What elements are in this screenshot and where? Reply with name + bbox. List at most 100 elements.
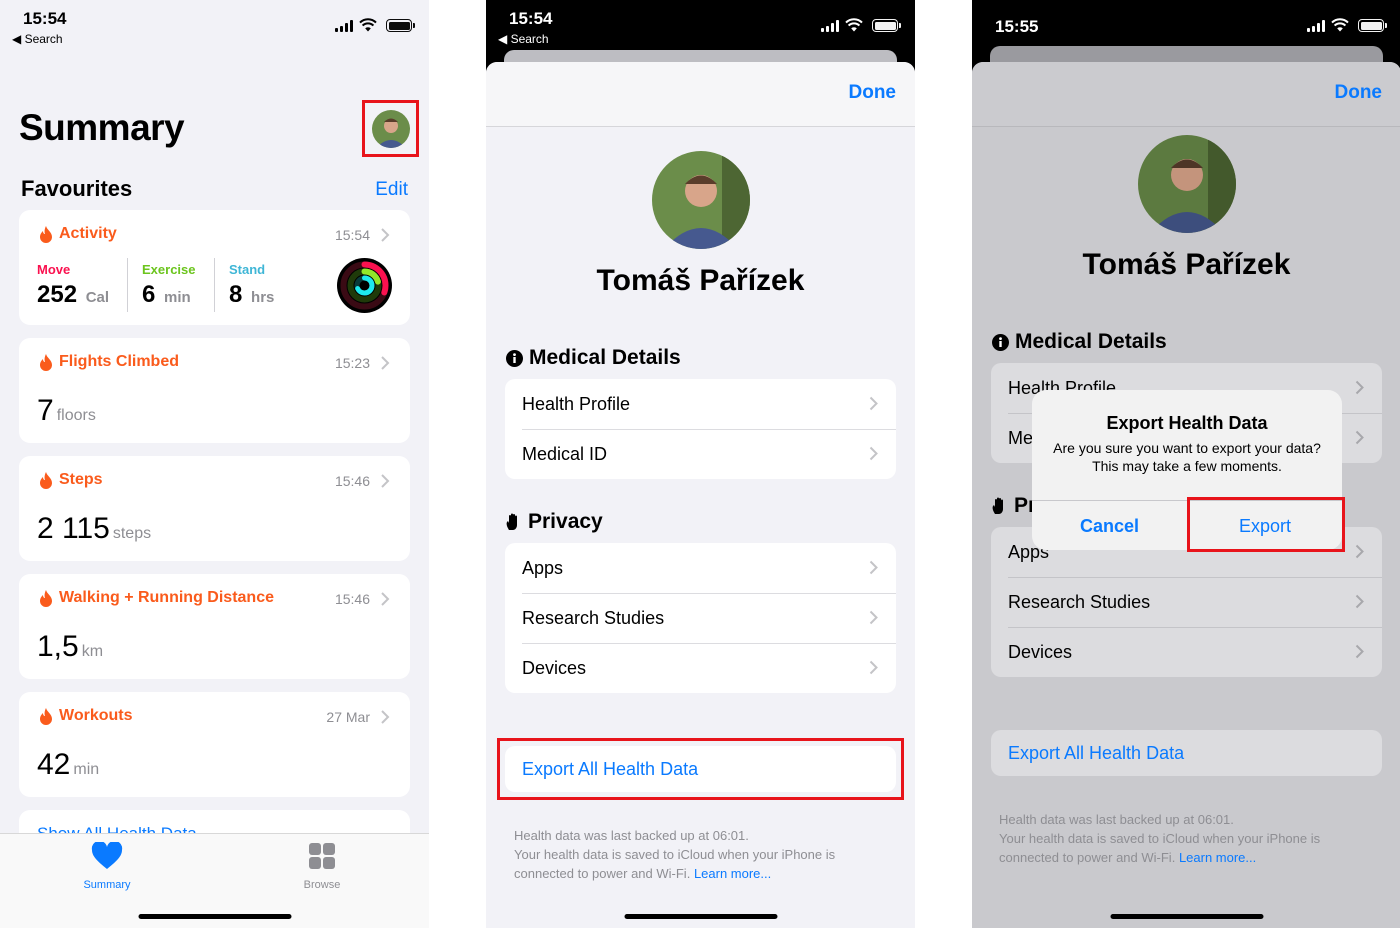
apps-row[interactable]: Apps [505, 543, 896, 593]
status-time: 15:54 [23, 9, 67, 28]
card-title: Workouts [59, 707, 133, 724]
profile-screen: 15:54 ◀ Search Done Tomáš Pařízek Medica… [486, 0, 915, 928]
profile-name: Tomáš Pařízek [1082, 248, 1291, 281]
chevron-right-icon [381, 228, 390, 242]
devices-row[interactable]: Devices [505, 643, 896, 693]
card-unit: floors [56, 407, 96, 424]
alert-title: Export Health Data [1106, 413, 1268, 433]
done-button[interactable]: Done [849, 82, 897, 104]
wifi-icon [1331, 18, 1349, 32]
battery-icon [872, 19, 901, 32]
medical-id-row[interactable]: Medical ID [505, 429, 896, 479]
workouts-card[interactable]: Workouts 27 Mar 42 min [19, 692, 410, 797]
activity-card[interactable]: Activity 15:54 Move 252 Cal Exercise 6 m… [19, 210, 410, 325]
status-time: 15:55 [995, 17, 1039, 36]
medical-details-heading: Medical Details [529, 346, 681, 369]
row-label: Devices [522, 658, 587, 678]
card-time: 15:23 [334, 355, 370, 371]
row-label: Medical ID [522, 444, 608, 464]
sheet-navbar: Done [486, 62, 915, 127]
tab-browse[interactable]: Browse [277, 842, 367, 891]
devices-row[interactable]: Devices [991, 627, 1382, 677]
chevron-right-icon [381, 356, 390, 370]
divider [127, 258, 128, 312]
move-label: Move [37, 262, 71, 277]
row-label: Health Profile [522, 394, 631, 414]
health-profile-row[interactable]: Health Profile [505, 379, 896, 429]
cancel-button[interactable]: Cancel [1032, 501, 1187, 550]
chevron-right-icon [381, 474, 390, 488]
export-button[interactable]: Export [1187, 501, 1342, 550]
chevron-right-icon [869, 660, 878, 675]
research-studies-row[interactable]: Research Studies [991, 577, 1382, 627]
profile-avatar[interactable] [372, 110, 410, 148]
learn-more-link[interactable]: Learn more... [694, 866, 771, 881]
stand-unit: hrs [251, 289, 275, 306]
research-studies-row[interactable]: Research Studies [505, 593, 896, 643]
medical-group: Health Profile Medical ID [505, 379, 896, 479]
row-label: Research Studies [522, 608, 665, 628]
export-all-health-data-button[interactable]: Export All Health Data [991, 730, 1382, 776]
backup-footnote: Health data was last backed up at 06:01.… [514, 826, 885, 883]
flights-card[interactable]: Flights Climbed 15:23 7 floors [19, 338, 410, 443]
footnote-line: Your health data is saved to iCloud when… [999, 831, 1321, 865]
card-unit: km [81, 643, 104, 660]
chevron-right-icon [1355, 380, 1364, 395]
profile-photo [652, 151, 750, 249]
card-time: 15:46 [334, 591, 370, 607]
sheet-navbar: Done [972, 62, 1400, 127]
grid-icon [309, 843, 335, 869]
card-value: 42 [37, 748, 71, 781]
signal-icon [1307, 20, 1327, 32]
privacy-heading: Privacy [528, 510, 603, 533]
export-confirm-screen: 15:55 Done Tomáš Pařízek Medical Details… [972, 0, 1400, 928]
card-unit: steps [112, 525, 152, 542]
stand-value: 8 [229, 281, 243, 308]
row-label: Apps [522, 558, 564, 578]
chevron-right-icon [869, 560, 878, 575]
tab-summary-label: Summary [83, 879, 131, 891]
home-indicator [1110, 914, 1263, 919]
wifi-icon [845, 18, 863, 32]
edit-favourites-button[interactable]: Edit [375, 179, 408, 201]
divider [214, 258, 215, 312]
back-to-search-link[interactable]: ◀ Search [12, 32, 63, 46]
card-title: Flights Climbed [59, 353, 179, 370]
signal-icon [821, 20, 841, 32]
done-button[interactable]: Done [1335, 82, 1383, 104]
row-label: Research Studies [1008, 592, 1151, 612]
info-icon [992, 333, 1009, 351]
summary-screen: 15:54 ◀ Search Summary Favourites Edit A… [0, 0, 429, 928]
row-label: Me [1008, 428, 1034, 448]
learn-more-link[interactable]: Learn more... [1179, 850, 1256, 865]
wifi-icon [359, 18, 377, 32]
flame-icon [40, 471, 52, 489]
tab-summary[interactable]: Summary [62, 840, 152, 891]
move-unit: Cal [85, 289, 110, 306]
card-value: 2 115 [37, 512, 110, 545]
status-bar: 15:54 ◀ Search [486, 0, 915, 50]
steps-card[interactable]: Steps 15:46 2 115 steps [19, 456, 410, 561]
activity-rings-icon [337, 258, 392, 313]
profile-photo [1138, 135, 1236, 233]
profile-sheet: Done Tomáš Pařízek Medical Details Healt… [486, 62, 915, 928]
footnote-line: Health data was last backed up at 06:01. [999, 812, 1234, 827]
exercise-value: 6 [142, 281, 156, 308]
home-indicator [138, 914, 291, 919]
back-to-search-link[interactable]: ◀ Search [498, 32, 549, 46]
page-title: Summary [19, 107, 185, 148]
card-value: 7 [37, 394, 54, 427]
distance-card[interactable]: Walking + Running Distance 15:46 1,5 km [19, 574, 410, 679]
export-all-health-data-button[interactable]: Export All Health Data [505, 746, 896, 792]
favourites-heading: Favourites [21, 176, 133, 201]
privacy-group: Apps Research Studies Devices [505, 543, 896, 693]
exercise-unit: min [164, 289, 191, 306]
chevron-right-icon [381, 710, 390, 724]
medical-details-heading: Medical Details [1015, 330, 1167, 353]
tab-browse-label: Browse [303, 879, 341, 891]
card-value: 1,5 [37, 630, 79, 663]
card-time: 15:46 [334, 473, 370, 489]
battery-icon [1358, 19, 1387, 32]
chevron-right-icon [869, 610, 878, 625]
backup-footnote: Health data was last backed up at 06:01.… [999, 810, 1371, 867]
